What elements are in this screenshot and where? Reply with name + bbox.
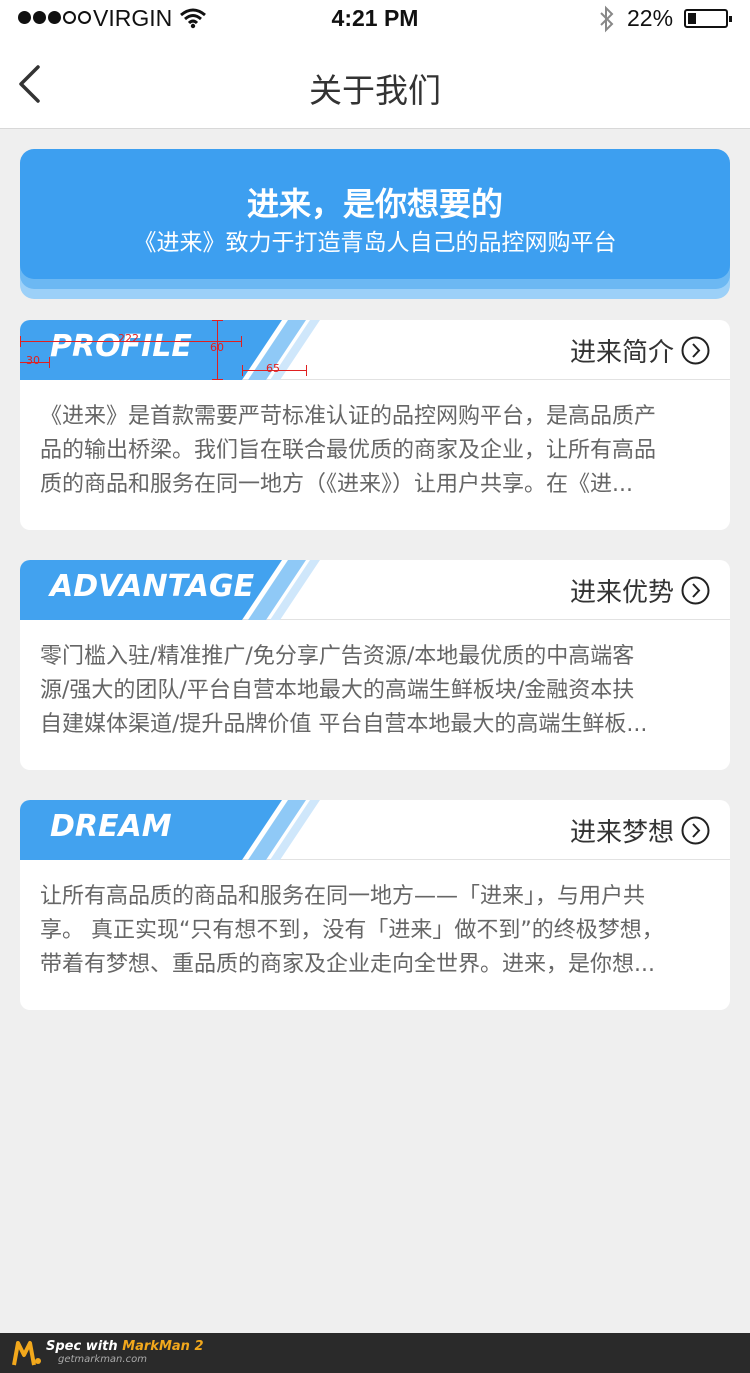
card-description-line: 品的输出桥梁。我们旨在联合最优质的商家及企业，让所有高品: [40, 438, 657, 463]
markman-url: getmarkman.com: [58, 1354, 147, 1365]
card-description-line: 质的商品和服务在同一地方（《进来》）让用户共享。在《进...: [40, 472, 633, 497]
card-description-line: 让所有高品质的商品和服务在同一地方——「进来」，与用户共: [40, 884, 646, 909]
hero-banner: 进来，是你想要的 《进来》致力于打造青岛人自己的品控网购平台: [20, 149, 730, 301]
card-description-line: 零门槛入驻/精准推广/免分享广告资源/本地最优质的中高端客: [40, 644, 635, 669]
banner-subtitle: 《进来》致力于打造青岛人自己的品控网购平台: [133, 230, 617, 256]
card-title: 进来简介: [569, 338, 674, 368]
card-description-line: 《进来》是首款需要严苛标准认证的品控网购平台，是高品质产: [40, 404, 657, 429]
card-tag-label: DREAM: [50, 809, 172, 844]
card-tag-label: ADVANTAGE: [50, 569, 255, 604]
dream-card[interactable]: DREAM 进来梦想 让所有高品质的商品和服务在同一地方——「进来」，与用户共 …: [20, 800, 730, 1010]
card-description-line: 带着有梦想、重品质的商家及企业走向全世界。进来，是你想...: [40, 952, 655, 977]
page-title: 关于我们: [309, 71, 441, 110]
card-description: 零门槛入驻/精准推广/免分享广告资源/本地最优质的中高端客 源/强大的团队/平台…: [40, 640, 712, 742]
card-description-line: 自建媒体渠道/提升品牌价值 平台自营本地最大的高端生鲜板...: [40, 712, 648, 737]
profile-card[interactable]: PROFILE 进来简介 《进来》是首款需要严苛标准认证的品控网购平台，是高品质…: [20, 320, 730, 530]
advantage-card[interactable]: ADVANTAGE 进来优势 零门槛入驻/精准推广/免分享广告资源/本地最优质的…: [20, 560, 730, 770]
card-description: 《进来》是首款需要严苛标准认证的品控网购平台，是高品质产 品的输出桥梁。我们旨在…: [40, 400, 712, 502]
spec-gap-label: 65: [266, 362, 280, 375]
about-us-page: VIRGIN 4:21 PM 22% 关于我们 进来，是你想要的 《进来》致力于…: [0, 0, 750, 1373]
battery-percentage: 22%: [627, 5, 674, 31]
card-description-line: 源/强大的团队/平台自营本地最大的高端生鲜板块/金融资本扶: [40, 678, 635, 703]
spec-height-label: 60: [210, 341, 224, 354]
card-tag-banner: DREAM: [20, 800, 320, 860]
card-description: 让所有高品质的商品和服务在同一地方——「进来」，与用户共 享。 真正实现“只有想…: [40, 880, 712, 982]
card-header: DREAM 进来梦想: [20, 800, 730, 860]
card-tag-banner: ADVANTAGE: [20, 560, 320, 620]
banner-title: 进来，是你想要的: [246, 185, 503, 223]
card-header: ADVANTAGE 进来优势: [20, 560, 730, 620]
bluetooth-icon: [600, 5, 614, 33]
spec-width-label: 222: [118, 332, 139, 345]
chevron-right-circle-icon[interactable]: [681, 576, 710, 605]
battery-icon: [684, 9, 732, 28]
chevron-right-circle-icon[interactable]: [681, 816, 710, 845]
nav-bar: 关于我们: [0, 40, 750, 129]
card-title: 进来优势: [569, 578, 674, 608]
spec-left-label: 30: [26, 354, 40, 367]
card-title: 进来梦想: [569, 818, 674, 848]
chevron-right-circle-icon[interactable]: [681, 336, 710, 365]
markman-brand-text: Spec with MarkMan 2: [46, 1339, 204, 1354]
card-description-line: 享。 真正实现“只有想不到，没有「进来」做不到”的终极梦想，: [40, 918, 664, 943]
status-bar: VIRGIN 4:21 PM 22%: [0, 0, 750, 40]
card-header: PROFILE 进来简介: [20, 320, 730, 380]
markman-logo-icon: [12, 1341, 41, 1366]
markman-watermark: Spec with MarkMan 2 getmarkman.com: [0, 1333, 750, 1373]
